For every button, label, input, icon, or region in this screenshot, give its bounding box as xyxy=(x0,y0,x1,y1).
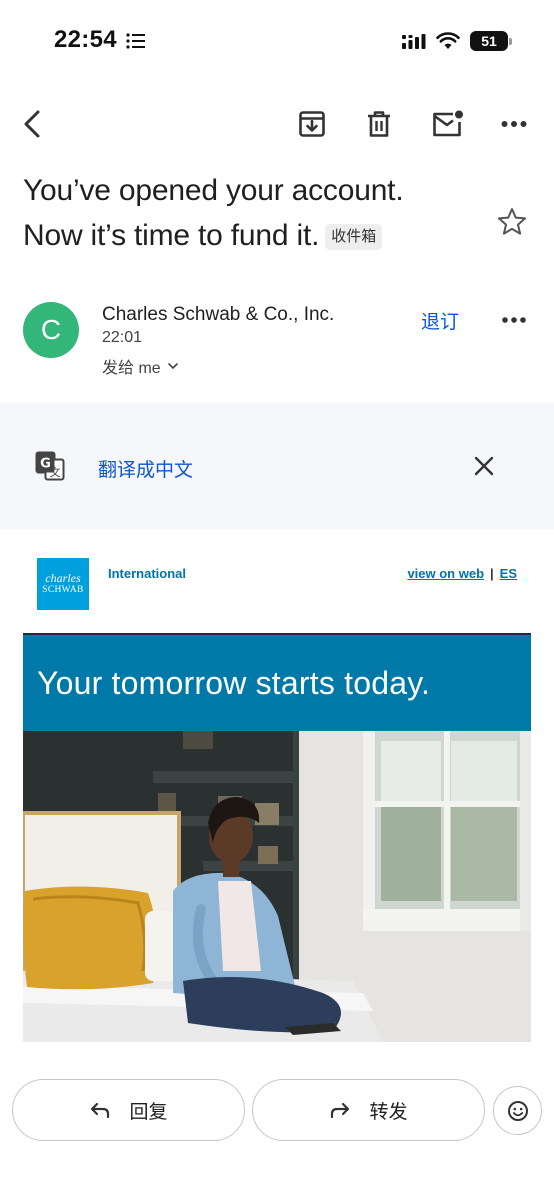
hero-banner[interactable]: Your tomorrow starts today. xyxy=(23,633,531,731)
status-time: 22:54 xyxy=(54,26,117,53)
translate-icon: G 文 xyxy=(35,451,65,481)
schwab-logo[interactable]: charles SCHWAB xyxy=(37,558,89,610)
international-label: International xyxy=(108,566,187,581)
back-button[interactable] xyxy=(10,102,54,146)
forward-icon xyxy=(331,1102,350,1119)
more-icon xyxy=(501,121,527,127)
spanish-link[interactable]: ES xyxy=(500,566,517,581)
battery-level: 51 xyxy=(481,33,497,49)
svg-text:文: 文 xyxy=(50,465,61,479)
close-icon[interactable] xyxy=(470,452,498,480)
back-icon xyxy=(24,110,40,138)
status-bar: 22:54 51 xyxy=(0,0,554,82)
archive-icon xyxy=(299,111,325,137)
sender-avatar[interactable]: C xyxy=(23,302,79,358)
mark-unread-icon xyxy=(433,110,463,137)
inbox-label-chip[interactable]: 收件箱 xyxy=(325,224,383,250)
emoji-icon xyxy=(507,1100,528,1121)
logo-line-2: SCHWAB xyxy=(42,585,84,595)
archive-button[interactable] xyxy=(290,102,334,146)
sender-more-button[interactable] xyxy=(494,302,534,338)
reply-button[interactable]: 回复 xyxy=(12,1079,245,1141)
battery-icon: 51 xyxy=(470,31,512,51)
status-indicators: 51 xyxy=(402,30,512,52)
reply-icon xyxy=(91,1102,110,1119)
forward-button[interactable]: 转发 xyxy=(252,1079,485,1141)
more-options-button[interactable] xyxy=(492,102,536,146)
link-separator: | xyxy=(490,566,494,581)
emoji-reaction-button[interactable] xyxy=(493,1086,542,1135)
more-icon xyxy=(502,317,526,323)
avatar-letter: C xyxy=(40,314,62,345)
sender-name: Charles Schwab & Co., Inc. xyxy=(102,304,335,325)
mark-unread-button[interactable] xyxy=(425,102,469,146)
web-links: view on web | ES xyxy=(407,566,517,581)
star-icon[interactable] xyxy=(496,206,528,238)
forward-label: 转发 xyxy=(369,1101,408,1123)
recipient-label: 发给 me xyxy=(102,360,161,377)
translate-to-chinese-link[interactable]: 翻译成中文 xyxy=(98,455,193,482)
subject-line-2: Now it’s time to fund it. xyxy=(23,219,320,252)
reply-label: 回复 xyxy=(129,1101,168,1123)
chevron-down-icon xyxy=(167,363,178,370)
unsubscribe-link[interactable]: 退订 xyxy=(421,307,459,334)
email-toolbar xyxy=(0,96,554,152)
view-on-web-link[interactable]: view on web xyxy=(407,566,484,581)
hero-photo[interactable] xyxy=(23,731,531,1042)
cellular-signal-icon xyxy=(402,34,426,49)
email-subject: You’ve opened your account. Now it’s tim… xyxy=(23,168,493,258)
delete-icon xyxy=(368,111,390,137)
hero-headline: Your tomorrow starts today. xyxy=(37,665,431,701)
wifi-icon xyxy=(436,32,460,49)
sender-time: 22:01 xyxy=(102,329,143,346)
subject-line-1: You’ve opened your account. xyxy=(23,174,404,207)
logo-line-1: charles xyxy=(45,571,81,585)
list-icon xyxy=(126,33,145,49)
recipient-details-toggle[interactable]: 发给 me xyxy=(102,354,179,378)
delete-button[interactable] xyxy=(357,102,401,146)
